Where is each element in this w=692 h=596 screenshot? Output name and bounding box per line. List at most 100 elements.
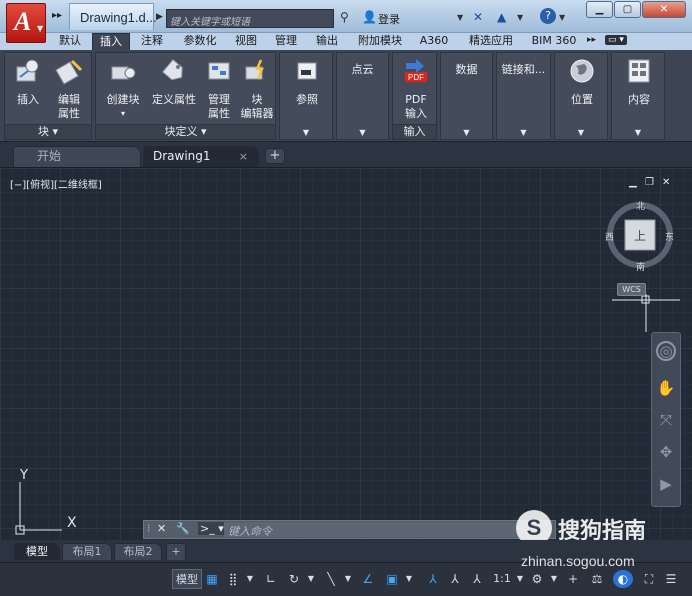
new-tab-button[interactable]: + — [265, 148, 285, 164]
exchange-apps-icon[interactable]: ✕ — [473, 10, 483, 24]
search-input[interactable]: 键入关键字或短语 — [166, 9, 334, 28]
snap-dropdown-icon[interactable]: ▼ — [244, 569, 256, 589]
panel-block-title[interactable]: 块 ▾ — [5, 124, 91, 139]
annotation-scale-value[interactable]: 1:1 — [490, 569, 514, 589]
grid-display-icon[interactable]: ▦ — [203, 569, 221, 589]
pdf-import-button[interactable]: PDF PDF 输入 — [397, 57, 435, 121]
tab-manage[interactable]: 管理 — [268, 33, 304, 50]
close-window-button[interactable]: ✕ — [642, 1, 686, 18]
reference-dropdown-icon[interactable]: ▼ — [280, 128, 332, 137]
isolate-objects-icon[interactable]: ◐ — [613, 570, 633, 588]
define-attributes-button[interactable]: 定义属性 — [150, 57, 198, 107]
linking-dropdown-icon[interactable]: ▼ — [497, 128, 550, 137]
tab-output[interactable]: 输出 — [309, 33, 345, 50]
panel-block-definition-title[interactable]: 块定义 ▾ — [96, 124, 275, 139]
object-snap-dropdown-icon[interactable]: ▼ — [403, 569, 415, 589]
clean-screen-icon[interactable]: ⛶ — [640, 569, 658, 589]
document-arrow-icon[interactable]: ▶ — [156, 12, 163, 22]
tab-annotate[interactable]: 注释 — [134, 33, 170, 50]
binoculars-icon[interactable]: ⚲ — [340, 10, 349, 24]
orbit-icon[interactable]: ✥ — [655, 441, 677, 463]
drawing-canvas[interactable]: [−][俯视][二维线框] ▁ ❐ ✕ 上 北 南 东 西 WCS ◎ ✋ ⤧ … — [0, 168, 692, 540]
command-line-grip-icon[interactable]: ⁞ — [147, 522, 151, 535]
edit-attributes-button[interactable]: 编辑 属性 — [49, 57, 89, 121]
snap-mode-icon[interactable]: ⣿ — [224, 569, 242, 589]
data-dropdown-icon[interactable]: ▼ — [441, 128, 492, 137]
annotation-monitor-icon[interactable]: + — [564, 569, 582, 589]
viewport-controls-label[interactable]: [−][俯视][二维线框] — [10, 176, 102, 191]
viewcube-north[interactable]: 北 — [636, 199, 645, 212]
tab-default[interactable]: 默认 — [52, 33, 88, 50]
viewport-close-icon[interactable]: ✕ — [662, 177, 670, 188]
workspace-dropdown-icon[interactable]: ▼ — [548, 569, 560, 589]
model-space-button[interactable]: 模型 — [172, 569, 202, 589]
application-menu-button[interactable]: A ▼ — [6, 3, 46, 43]
minimize-button[interactable]: ▁ — [586, 1, 613, 18]
maximize-button[interactable]: ▢ — [614, 1, 641, 18]
location-button[interactable]: 位置 — [561, 57, 603, 107]
user-icon[interactable]: 👤 — [362, 10, 377, 24]
content-button[interactable]: 内容 — [618, 57, 660, 107]
close-tab-icon[interactable]: × — [239, 147, 248, 166]
a360-dropdown-icon[interactable]: ▼ — [517, 13, 523, 22]
help-icon[interactable]: ? — [540, 8, 556, 24]
location-dropdown-icon[interactable]: ▼ — [555, 128, 607, 137]
polar-dropdown-icon[interactable]: ▼ — [305, 569, 317, 589]
quick-access-more-icon[interactable]: ▸▸ — [50, 10, 64, 24]
create-block-button[interactable]: 创建块 ▾ — [101, 57, 145, 121]
reference-button[interactable]: 参照 — [286, 57, 328, 107]
file-tab-drawing1[interactable]: Drawing1 × — [143, 146, 259, 167]
customize-wrench-icon[interactable]: 🔧 — [176, 522, 190, 535]
tab-addins[interactable]: 附加模块 — [350, 33, 410, 50]
object-snap-icon[interactable]: ▣ — [383, 569, 401, 589]
pan-hand-icon[interactable]: ✋ — [655, 377, 677, 399]
layout-tab-layout1[interactable]: 布局1 — [62, 543, 112, 560]
layout-tab-model[interactable]: 模型 — [14, 543, 60, 560]
help-dropdown-icon[interactable]: ▼ — [559, 13, 565, 22]
steering-wheel-icon[interactable]: ◎ — [656, 341, 676, 361]
tab-view[interactable]: 视图 — [229, 33, 263, 50]
viewcube-east[interactable]: 东 — [665, 230, 674, 243]
block-editor-button[interactable]: 块 编辑器 — [238, 57, 276, 121]
tab-a360[interactable]: A360 — [414, 33, 454, 50]
document-title-tab[interactable]: Drawing1.d... — [69, 3, 157, 30]
a360-icon[interactable]: ▲ — [497, 10, 506, 24]
more-tabs-icon[interactable]: ▸▸ — [587, 35, 596, 45]
viewport-restore-icon[interactable]: ❐ — [645, 177, 654, 188]
recent-commands-icon[interactable]: >_ ▾ — [198, 522, 226, 535]
insert-block-button[interactable]: 插入 — [11, 57, 45, 107]
scale-dropdown-icon[interactable]: ▼ — [514, 569, 526, 589]
viewcube-south[interactable]: 南 — [636, 260, 645, 273]
zoom-extents-icon[interactable]: ⤧ — [655, 409, 677, 431]
isometric-dropdown-icon[interactable]: ▼ — [342, 569, 354, 589]
command-line-close-icon[interactable]: ✕ — [157, 522, 166, 535]
tab-featured-apps[interactable]: 精选应用 — [460, 33, 522, 50]
login-dropdown-icon[interactable]: ▼ — [457, 13, 463, 22]
viewport-minimize-icon[interactable]: ▁ — [629, 177, 637, 188]
command-input[interactable]: 键入命令 — [224, 522, 550, 538]
tab-bim360[interactable]: BIM 360 — [526, 33, 582, 50]
point-cloud-dropdown-icon[interactable]: ▼ — [337, 128, 388, 137]
showmotion-icon[interactable]: ▶ — [655, 473, 677, 495]
ortho-mode-icon[interactable]: ∟ — [262, 569, 280, 589]
panel-import-title[interactable]: 输入 — [393, 124, 436, 139]
auto-scale-icon[interactable]: ⅄ — [446, 569, 464, 589]
wcs-menu-button[interactable]: WCS — [617, 283, 646, 296]
tab-insert[interactable]: 插入 — [92, 33, 130, 50]
layout-tab-layout2[interactable]: 布局2 — [114, 543, 162, 560]
new-layout-button[interactable]: + — [166, 543, 186, 560]
file-tab-start[interactable]: 开始 — [13, 146, 141, 167]
tab-parametric[interactable]: 参数化 — [176, 33, 224, 50]
manage-attributes-button[interactable]: 管理 属性 — [201, 57, 237, 121]
object-snap-tracking-icon[interactable]: ∠ — [359, 569, 377, 589]
polar-tracking-icon[interactable]: ↻ — [285, 569, 303, 589]
customization-menu-icon[interactable]: ☰ — [662, 569, 680, 589]
viewcube-west[interactable]: 西 — [605, 230, 614, 243]
workspace-gear-icon[interactable]: ⚙ — [528, 569, 546, 589]
login-button[interactable]: 登录 — [378, 11, 400, 27]
annotation-scale-icon[interactable]: ⅄ — [468, 569, 486, 589]
content-dropdown-icon[interactable]: ▼ — [612, 128, 664, 137]
ribbon-display-toggle-icon[interactable]: ▭ ▾ — [605, 35, 627, 45]
units-icon[interactable]: ⚖ — [588, 569, 606, 589]
isometric-drafting-icon[interactable]: ╲ — [322, 569, 340, 589]
